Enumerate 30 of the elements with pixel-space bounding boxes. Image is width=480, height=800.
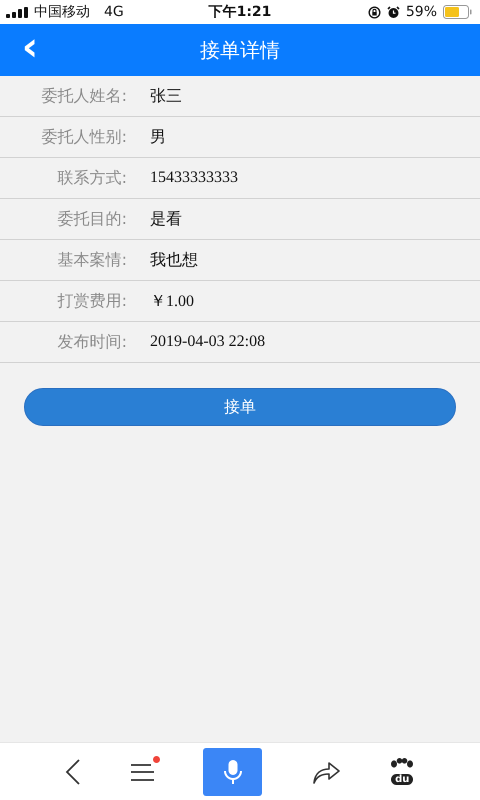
status-time: 下午1:21 — [208, 3, 272, 21]
rotation-lock-icon — [368, 6, 381, 18]
network-type: 4G — [104, 4, 124, 20]
share-icon[interactable] — [312, 760, 340, 784]
field-label: 委托人性别: — [40, 126, 127, 148]
field-label: 基本案情: — [56, 250, 127, 270]
field-label: 委托目的: — [56, 208, 127, 230]
field-value: 男 — [150, 128, 166, 148]
accept-button[interactable]: 接单 — [24, 388, 456, 426]
battery-percent: 59% — [406, 4, 437, 20]
field-value: 我也想 — [150, 250, 198, 270]
field-label: 发布时间: — [56, 332, 127, 352]
field-value: 15433333333 — [150, 169, 238, 187]
back-button[interactable]: ‹ — [0, 25, 60, 75]
field-label: 打赏费用: — [56, 290, 127, 312]
field-value: 张三 — [150, 86, 182, 106]
field-label: 委托人姓名: — [40, 86, 127, 106]
page-title: 接单详情 — [199, 36, 281, 64]
signal-icon — [6, 6, 28, 18]
voice-button[interactable] — [203, 748, 262, 796]
microphone-icon — [222, 758, 243, 784]
field-value: 是看 — [150, 210, 182, 230]
field-value: ￥1.00 — [150, 292, 194, 312]
carrier-name: 中国移动 — [34, 3, 90, 21]
field-value: 2019-04-03 22:08 — [150, 333, 266, 351]
alarm-icon — [386, 6, 400, 18]
back-icon[interactable] — [64, 758, 81, 784]
battery-icon — [443, 5, 472, 19]
paw-logo[interactable]: du — [389, 758, 416, 785]
field-label: 联系方式: — [56, 168, 127, 188]
